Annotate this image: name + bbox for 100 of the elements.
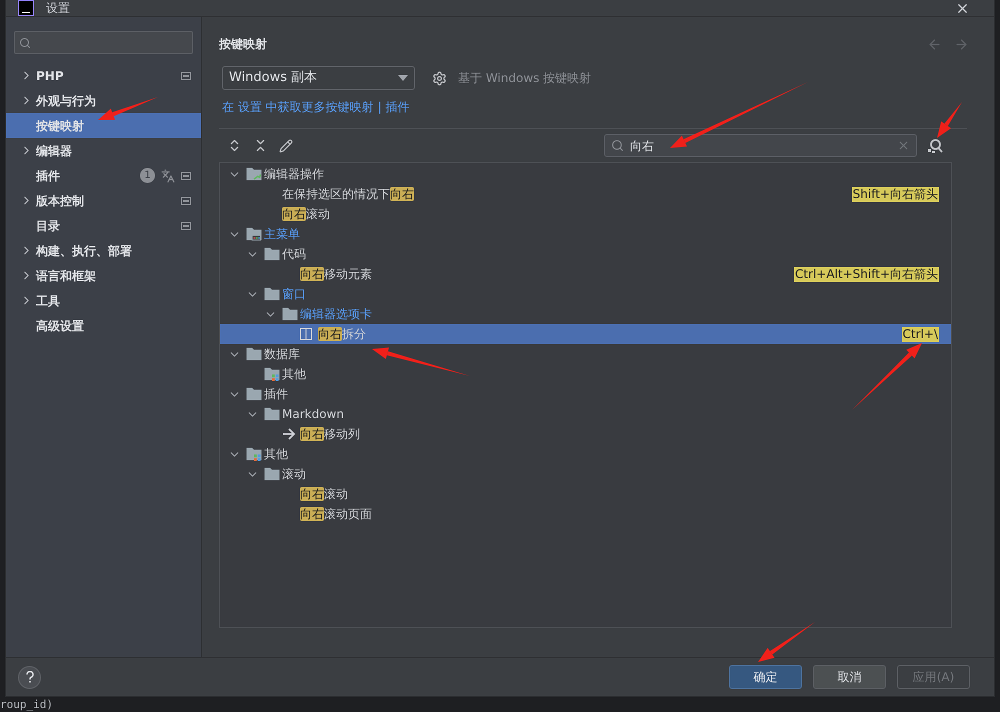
tree-label: 其他 (264, 446, 288, 463)
help-icon (26, 671, 34, 683)
folder-icon (246, 167, 262, 181)
tree-label: 编辑器操作 (264, 166, 324, 183)
tree-row[interactable]: 数据库 (220, 344, 951, 364)
tree-label: 数据库 (264, 346, 300, 363)
sidebar-item[interactable]: 构建、执行、部署 (6, 238, 201, 263)
tree-row[interactable]: Markdown (220, 404, 951, 424)
annotation-arrow (98, 97, 158, 120)
folder-icon (264, 467, 280, 481)
tree-row[interactable]: 滚动 (220, 464, 951, 484)
search-icon (611, 139, 624, 152)
help-button[interactable] (18, 666, 41, 688)
folder-icon (246, 227, 262, 241)
sidebar-label: 高级设置 (36, 318, 84, 334)
tree-row[interactable]: 代码 (220, 244, 951, 264)
separator-text: | (378, 99, 382, 116)
dialog-button[interactable]: 取消 (813, 665, 886, 689)
sidebar-label: 语言和框架 (36, 268, 96, 284)
translate-icon (161, 168, 175, 182)
settings-icon[interactable] (432, 70, 447, 86)
based-on-text: 基于 Windows 按键映射 (458, 70, 592, 87)
tree-label: 滚动 (282, 466, 306, 483)
sidebar-item[interactable]: 目录 (6, 213, 201, 238)
sidebar-item[interactable]: PHP (6, 63, 201, 88)
tree-label: 向右滚动 (282, 206, 330, 223)
tree-label: Markdown (282, 406, 344, 423)
tree-label: 向右移动元素 (300, 266, 372, 283)
search-icon (19, 36, 31, 48)
sidebar-item[interactable]: 编辑器 (6, 138, 201, 163)
search-field[interactable] (14, 31, 193, 54)
sidebar-label: 版本控制 (36, 192, 84, 210)
tree-label: 向右拆分 (318, 326, 366, 343)
tree-row[interactable]: 主菜单 (220, 224, 951, 244)
sidebar-label: PHP (36, 68, 64, 84)
sidebar-label: 插件 (36, 168, 60, 184)
sidebar-label: 目录 (36, 218, 60, 234)
search-input[interactable]: 向右 (630, 136, 897, 154)
sidebar-item[interactable]: 外观与行为 (6, 88, 201, 113)
arrow-icon (282, 428, 296, 440)
split-icon (300, 328, 312, 340)
count-badge: 1 (140, 168, 155, 183)
tree-row[interactable]: 其他 (220, 444, 951, 464)
tree-label: 向右滚动 (300, 486, 348, 503)
folder-icon (246, 447, 262, 461)
sidebar-item[interactable]: 按键映射 (6, 113, 201, 138)
shortcut-badge: Shift+向右箭头 (852, 186, 939, 202)
tree-label: 插件 (264, 386, 288, 403)
annotation-arrow (937, 102, 962, 138)
folder-icon (282, 307, 298, 321)
annotation-arrow (852, 343, 922, 410)
keymap-dropdown[interactable]: Windows 副本 (222, 66, 415, 90)
app-logo-icon (18, 0, 34, 16)
folder-icon (264, 367, 280, 381)
edit-icon[interactable] (279, 138, 293, 152)
sidebar-item[interactable]: 工具 (6, 288, 201, 313)
folder-icon (264, 287, 280, 301)
sidebar-label: 编辑器 (36, 142, 72, 160)
folder-icon (264, 407, 280, 421)
tree-label: 向右滚动页面 (300, 506, 372, 523)
tree-row[interactable]: 窗口 (220, 284, 951, 304)
find-shortcut-icon[interactable] (927, 138, 943, 154)
tree-row[interactable]: 向右滚动 (220, 204, 951, 224)
tree-label: 主菜单 (264, 226, 300, 243)
tree-row[interactable]: 编辑器操作 (220, 164, 951, 184)
shortcut-badge: Ctrl+Alt+Shift+向右箭头 (794, 266, 939, 282)
tree-row[interactable]: 其他 (220, 364, 951, 384)
tree-row[interactable]: 向右移动元素 Ctrl+Alt+Shift+向右箭头 (220, 264, 951, 284)
dialog-button[interactable]: 确定 (729, 665, 802, 689)
shortcut-badge: Ctrl+\ (902, 326, 939, 342)
sidebar-label: 构建、执行、部署 (36, 242, 132, 260)
background-code-text: roup_id) (0, 698, 53, 711)
page-title: 按键映射 (219, 36, 267, 53)
tree-row[interactable]: 向右拆分 Ctrl+\ (220, 324, 951, 344)
tree-row[interactable]: 向右滚动 (220, 484, 951, 504)
caret-icon (398, 75, 408, 81)
tree-label: 在保持选区的情况下向右 (282, 186, 414, 203)
tree-label: 其他 (282, 366, 306, 383)
tree-label: 窗口 (282, 286, 306, 303)
folder-icon (246, 387, 262, 401)
tree-row[interactable]: 向右移动列 (220, 424, 951, 444)
tree-row[interactable]: 向右滚动页面 (220, 504, 951, 524)
sidebar-item[interactable]: 语言和框架 (6, 263, 201, 288)
window-title: 设置 (46, 0, 70, 17)
tree-label: 向右移动列 (300, 426, 360, 443)
tree-row[interactable]: 在保持选区的情况下向右 Shift+向右箭头 (220, 184, 951, 204)
folder-icon (264, 247, 280, 261)
plugins-link[interactable]: 插件 (386, 98, 410, 116)
sidebar-label: 工具 (36, 292, 60, 310)
keymap-link[interactable]: 在 设置 中获取更多按键映射 (222, 98, 374, 116)
tree-label: 代码 (282, 246, 306, 263)
annotation-arrow (758, 622, 815, 662)
sidebar-label: 外观与行为 (36, 92, 96, 110)
sidebar-label: 按键映射 (36, 118, 84, 134)
search-field[interactable]: 向右 (604, 134, 917, 157)
sidebar-item[interactable]: 版本控制 (6, 188, 201, 213)
sidebar-item[interactable]: 插件 1 (6, 163, 201, 188)
tree-row[interactable]: 编辑器选项卡 (220, 304, 951, 324)
sidebar-item[interactable]: 高级设置 (6, 313, 201, 338)
tree-row[interactable]: 插件 (220, 384, 951, 404)
